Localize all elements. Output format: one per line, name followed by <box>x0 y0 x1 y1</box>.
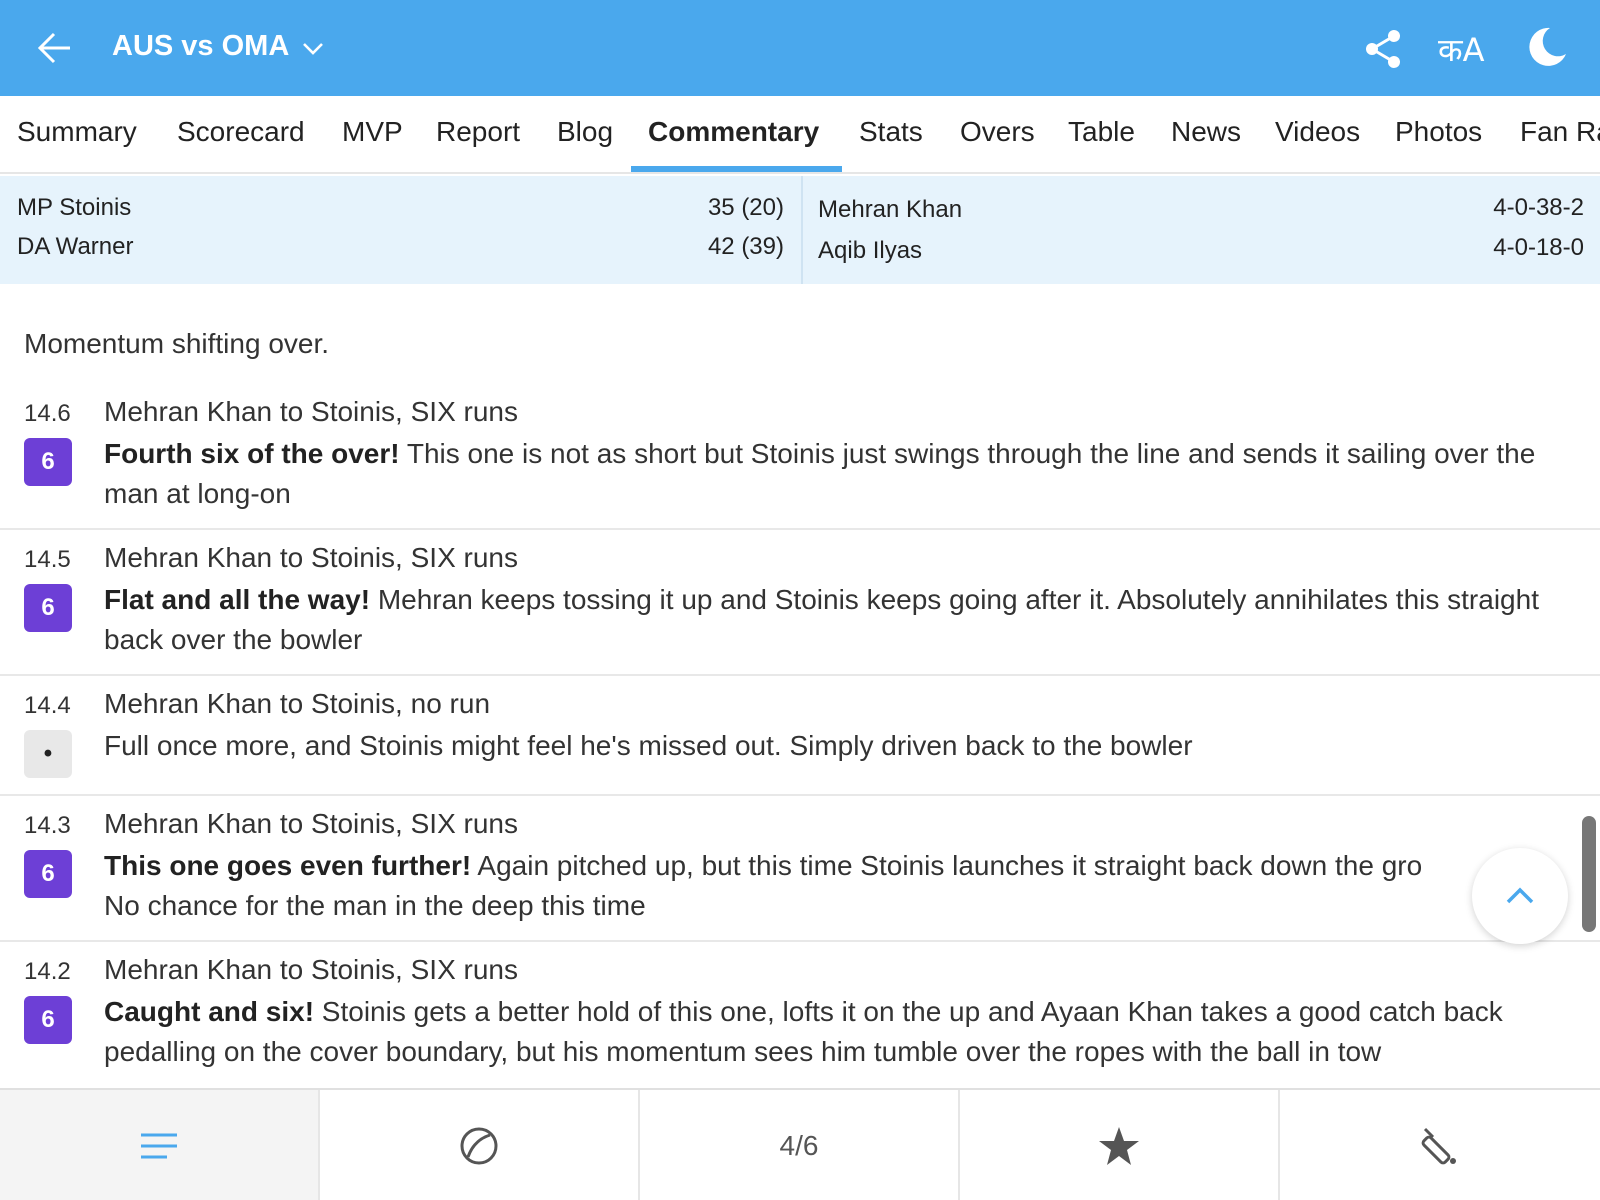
tab-table[interactable]: Table <box>1068 116 1135 148</box>
bottom-nav: 4/6 <box>0 1088 1600 1200</box>
ball-headline: Mehran Khan to Stoinis, SIX runs <box>104 808 518 839</box>
batter-score: 42 (39) <box>707 233 784 260</box>
tab-photos[interactable]: Photos <box>1395 116 1482 148</box>
commentary-body: Full once more, and Stoinis might feel h… <box>104 730 1193 761</box>
tab-fan-ratings[interactable]: Fan Ra <box>1520 116 1600 148</box>
batter-score: 35 (20) <box>707 194 784 221</box>
bowler-name[interactable]: Aqib Ilyas <box>818 237 922 265</box>
tab-summary[interactable]: Summary <box>17 116 137 148</box>
tab-scorecard[interactable]: Scorecard <box>177 116 305 148</box>
commentary-item: 14.4 Mehran Khan to Stoinis, no run • Fu… <box>0 676 1600 796</box>
commentary-body: Again pitched up, but this time Stoinis … <box>471 850 1423 881</box>
six-badge: 6 <box>24 438 72 486</box>
commentary-highlight: Flat and all the way! <box>104 584 371 615</box>
menu-icon <box>141 1133 177 1159</box>
commentary-item: 14.5 Mehran Khan to Stoinis, SIX runs 6 … <box>0 530 1600 676</box>
batter-name[interactable]: DA Warner <box>17 233 133 261</box>
ball-number: 14.5 <box>24 546 71 573</box>
commentary-item: 14.6 Mehran Khan to Stoinis, SIX runs 6 … <box>0 384 1600 530</box>
ball-number: 14.3 <box>24 812 71 839</box>
nav-ball-by-ball[interactable] <box>320 1090 640 1200</box>
bowler-name[interactable]: Mehran Khan <box>818 196 962 224</box>
chevron-up-icon <box>1506 887 1534 904</box>
commentary-highlight: This one goes even further! <box>104 850 472 881</box>
tab-blog[interactable]: Blog <box>557 116 613 148</box>
players-divider <box>801 176 803 284</box>
current-players-panel: MP Stoinis 35 (20) DA Warner 42 (39) Meh… <box>0 176 1600 284</box>
ball-headline: Mehran Khan to Stoinis, SIX runs <box>104 954 518 985</box>
nav-commentary-list[interactable] <box>0 1090 320 1200</box>
scrollbar-thumb[interactable] <box>1582 816 1596 932</box>
dot-ball-badge: • <box>24 730 72 778</box>
nav-page-indicator[interactable]: 4/6 <box>640 1090 960 1200</box>
share-icon[interactable] <box>1362 28 1404 70</box>
commentary-highlight: Fourth six of the over! <box>104 438 400 469</box>
tab-report[interactable]: Report <box>436 116 520 148</box>
commentary-item: 14.2 Mehran Khan to Stoinis, SIX runs 6 … <box>0 942 1600 1088</box>
ball-commentary: Full once more, and Stoinis might feel h… <box>104 726 1564 766</box>
tab-videos[interactable]: Videos <box>1275 116 1360 148</box>
tab-mvp[interactable]: MVP <box>342 116 403 148</box>
active-tab-indicator <box>631 166 842 172</box>
bowler-figures: 4-0-38-2 <box>1493 194 1584 221</box>
ball-number: 14.6 <box>24 400 71 427</box>
tab-stats[interactable]: Stats <box>859 116 923 148</box>
bowler-figures: 4-0-18-0 <box>1493 234 1584 261</box>
ball-number: 14.2 <box>24 958 71 985</box>
tab-bar: Summary Scorecard MVP Report Blog Commen… <box>0 96 1600 174</box>
star-icon <box>1099 1127 1139 1165</box>
commentary-item: 14.3 Mehran Khan to Stoinis, SIX runs 6 … <box>0 796 1600 942</box>
ball-commentary: Flat and all the way! Mehran keeps tossi… <box>104 580 1564 660</box>
ball-commentary: This one goes even further! Again pitche… <box>104 846 1484 886</box>
commentary-body: Stoinis gets a better hold of this one, … <box>104 996 1503 1067</box>
ball-headline: Mehran Khan to Stoinis, SIX runs <box>104 542 518 573</box>
tab-overs[interactable]: Overs <box>960 116 1035 148</box>
ball-number: 14.4 <box>24 692 71 719</box>
ball-headline: Mehran Khan to Stoinis, SIX runs <box>104 396 518 427</box>
tab-news[interactable]: News <box>1171 116 1241 148</box>
ball-commentary-continued: No chance for the man in the deep this t… <box>104 890 646 921</box>
bat-icon <box>1421 1127 1456 1165</box>
six-badge: 6 <box>24 584 72 632</box>
dark-mode-moon-icon[interactable] <box>1522 24 1568 70</box>
batter-name[interactable]: MP Stoinis <box>17 194 131 222</box>
ball-headline: Mehran Khan to Stoinis, no run <box>104 688 491 719</box>
scroll-to-top-button[interactable] <box>1472 848 1568 944</box>
tab-commentary[interactable]: Commentary <box>648 116 819 148</box>
match-title[interactable]: AUS vs OMA <box>112 30 289 63</box>
ball-icon <box>460 1127 498 1165</box>
commentary-highlight: Caught and six! <box>104 996 315 1027</box>
six-badge: 6 <box>24 850 72 898</box>
chevron-down-icon[interactable] <box>300 36 326 62</box>
over-intro-text: Momentum shifting over. <box>24 328 330 359</box>
ball-commentary: Caught and six! Stoinis gets a better ho… <box>104 992 1564 1072</box>
nav-highlights[interactable] <box>960 1090 1280 1200</box>
language-toggle[interactable]: कA <box>1438 28 1484 71</box>
ball-commentary: Fourth six of the over! This one is not … <box>104 434 1564 514</box>
six-badge: 6 <box>24 996 72 1044</box>
nav-batting[interactable] <box>1280 1090 1600 1200</box>
back-arrow-icon[interactable] <box>36 28 76 68</box>
app-header: AUS vs OMA कA <box>0 0 1600 96</box>
page-indicator: 4/6 <box>779 1130 819 1161</box>
